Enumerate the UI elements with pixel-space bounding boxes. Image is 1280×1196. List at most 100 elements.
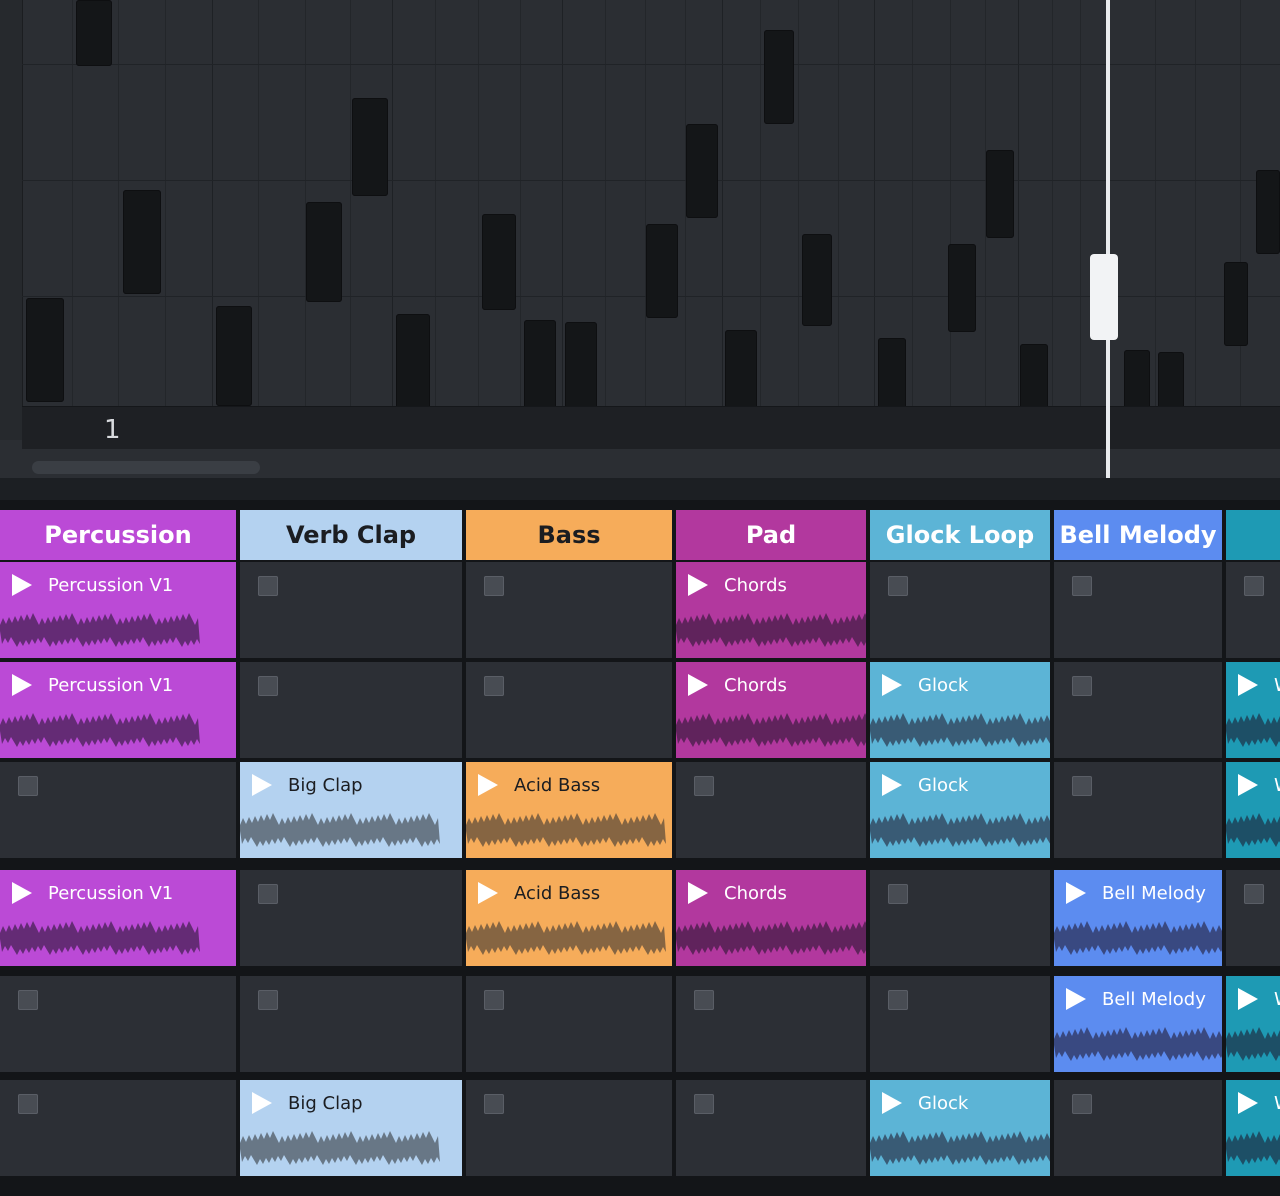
stop-button[interactable] <box>258 676 278 696</box>
empty-slot[interactable] <box>240 562 462 658</box>
stop-button[interactable] <box>484 1094 504 1114</box>
empty-slot[interactable] <box>676 976 866 1072</box>
clip[interactable]: Glock <box>870 762 1050 858</box>
stop-button[interactable] <box>1072 676 1092 696</box>
empty-slot[interactable] <box>1054 562 1222 658</box>
track-header-1[interactable]: Verb Clap <box>240 510 462 560</box>
stop-button[interactable] <box>18 1094 38 1114</box>
clip[interactable]: Big Clap <box>240 762 462 858</box>
play-icon[interactable] <box>478 882 498 904</box>
stop-button[interactable] <box>258 576 278 596</box>
play-icon[interactable] <box>882 674 902 696</box>
midi-note[interactable] <box>76 0 112 66</box>
stop-button[interactable] <box>1244 576 1264 596</box>
midi-note[interactable] <box>646 224 678 318</box>
stop-button[interactable] <box>484 990 504 1010</box>
clip[interactable]: Acid Bass <box>466 762 672 858</box>
stop-button[interactable] <box>694 1094 714 1114</box>
play-icon[interactable] <box>1066 988 1086 1010</box>
empty-slot[interactable] <box>1054 1080 1222 1176</box>
stop-button[interactable] <box>888 884 908 904</box>
stop-button[interactable] <box>1072 1094 1092 1114</box>
clip[interactable]: W <box>1226 762 1280 858</box>
play-icon[interactable] <box>478 774 498 796</box>
play-icon[interactable] <box>688 674 708 696</box>
stop-button[interactable] <box>1244 884 1264 904</box>
empty-slot[interactable] <box>240 976 462 1072</box>
empty-slot[interactable] <box>1054 662 1222 758</box>
midi-note[interactable] <box>948 244 976 332</box>
play-icon[interactable] <box>1238 774 1258 796</box>
stop-button[interactable] <box>1072 776 1092 796</box>
play-icon[interactable] <box>688 882 708 904</box>
play-icon[interactable] <box>252 774 272 796</box>
clip[interactable]: Acid Bass <box>466 870 672 966</box>
stop-button[interactable] <box>258 884 278 904</box>
midi-note[interactable] <box>482 214 516 310</box>
track-header-5[interactable]: Bell Melody <box>1054 510 1222 560</box>
play-icon[interactable] <box>12 574 32 596</box>
clip[interactable]: Chords <box>676 870 866 966</box>
midi-note[interactable] <box>565 322 597 418</box>
empty-slot[interactable] <box>0 762 236 858</box>
clip[interactable]: Bell Melody <box>1054 870 1222 966</box>
empty-slot[interactable] <box>676 1080 866 1176</box>
midi-note[interactable] <box>1224 262 1248 346</box>
empty-slot[interactable] <box>1054 762 1222 858</box>
play-icon[interactable] <box>1238 988 1258 1010</box>
horizontal-scrollbar[interactable] <box>32 461 260 474</box>
clip[interactable]: Percussion V1 <box>0 870 236 966</box>
play-icon[interactable] <box>12 674 32 696</box>
clip[interactable]: W <box>1226 976 1280 1072</box>
track-header-6[interactable] <box>1226 510 1280 560</box>
clip[interactable]: Chords <box>676 662 866 758</box>
midi-note[interactable] <box>986 150 1014 238</box>
clip[interactable]: W <box>1226 662 1280 758</box>
stop-button[interactable] <box>1072 576 1092 596</box>
play-icon[interactable] <box>882 774 902 796</box>
empty-slot[interactable] <box>466 662 672 758</box>
play-icon[interactable] <box>252 1092 272 1114</box>
midi-note[interactable] <box>686 124 718 218</box>
empty-slot[interactable] <box>870 870 1050 966</box>
midi-note[interactable] <box>26 298 64 402</box>
track-header-3[interactable]: Pad <box>676 510 866 560</box>
empty-slot[interactable] <box>466 1080 672 1176</box>
stop-button[interactable] <box>484 576 504 596</box>
empty-slot[interactable] <box>240 870 462 966</box>
clip[interactable]: Glock <box>870 662 1050 758</box>
play-icon[interactable] <box>1238 1092 1258 1114</box>
midi-note[interactable] <box>123 190 161 294</box>
stop-button[interactable] <box>888 576 908 596</box>
empty-slot[interactable] <box>870 562 1050 658</box>
empty-slot[interactable] <box>466 562 672 658</box>
track-header-4[interactable]: Glock Loop <box>870 510 1050 560</box>
empty-slot[interactable] <box>1226 870 1280 966</box>
empty-slot[interactable] <box>240 662 462 758</box>
empty-slot[interactable] <box>0 1080 236 1176</box>
stop-button[interactable] <box>694 776 714 796</box>
play-icon[interactable] <box>1066 882 1086 904</box>
midi-note[interactable] <box>802 234 832 326</box>
empty-slot[interactable] <box>870 976 1050 1072</box>
stop-button[interactable] <box>18 776 38 796</box>
stop-button[interactable] <box>18 990 38 1010</box>
track-header-0[interactable]: Percussion <box>0 510 236 560</box>
clip[interactable]: Big Clap <box>240 1080 462 1176</box>
midi-note[interactable] <box>306 202 342 302</box>
midi-note[interactable] <box>396 314 430 414</box>
track-header-2[interactable]: Bass <box>466 510 672 560</box>
piano-roll[interactable]: 1 <box>0 0 1280 478</box>
timeline-ruler[interactable]: 1 <box>22 406 1280 449</box>
stop-button[interactable] <box>694 990 714 1010</box>
playhead-handle[interactable] <box>1090 254 1118 340</box>
empty-slot[interactable] <box>676 762 866 858</box>
clip[interactable]: Chords <box>676 562 866 658</box>
empty-slot[interactable] <box>0 976 236 1072</box>
midi-note[interactable] <box>352 98 388 196</box>
play-icon[interactable] <box>1238 674 1258 696</box>
empty-slot[interactable] <box>1226 562 1280 658</box>
midi-note[interactable] <box>524 320 556 418</box>
clip[interactable]: W <box>1226 1080 1280 1176</box>
stop-button[interactable] <box>888 990 908 1010</box>
